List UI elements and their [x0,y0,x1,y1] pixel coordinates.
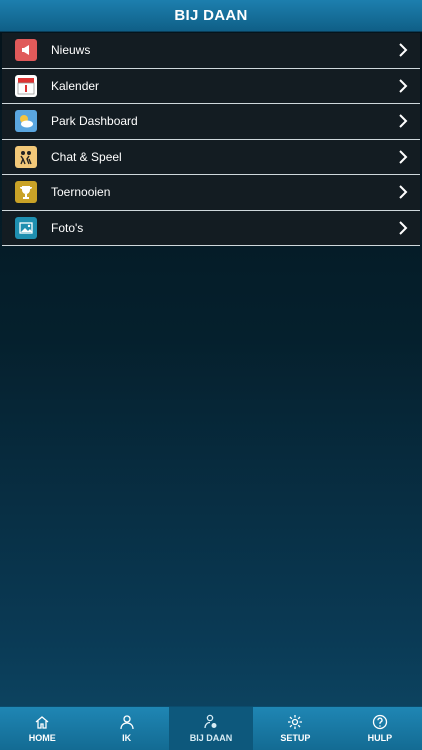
app-header: BIJ DAAN [0,0,422,32]
page-title: BIJ DAAN [174,7,248,24]
tab-setup[interactable]: SETUP [253,707,337,750]
chevron-right-icon [399,185,408,199]
megaphone-icon [15,39,37,62]
tab-ik[interactable]: IK [84,707,168,750]
menu-item-nieuws[interactable]: Nieuws [2,33,420,69]
menu-item-label: Chat & Speel [51,149,122,164]
menu-list: Nieuws Kalender Park Dashboard Chat & Sp… [2,33,420,246]
menu-item-label: Kalender [51,78,100,93]
chevron-right-icon [399,150,408,164]
menu-item-label: Foto's [51,220,84,235]
tab-label: SETUP [280,733,311,743]
tab-label: BIJ DAAN [189,733,233,743]
chevron-right-icon [399,79,408,93]
chevron-right-icon [399,114,408,128]
menu-item-park-dashboard[interactable]: Park Dashboard [2,104,420,140]
tab-label: HOME [28,733,56,743]
chevron-right-icon [399,43,408,57]
chat-play-icon [15,145,37,168]
menu-item-fotos[interactable]: Foto's [2,210,420,246]
chevron-right-icon [399,221,408,235]
menu-item-label: Toernooien [51,185,111,200]
tab-home[interactable]: HOME [0,707,84,750]
tab-label: IK [122,733,132,743]
help-icon [372,714,387,730]
gear-icon [288,715,303,729]
weather-icon [15,110,37,133]
bottom-tab-bar: HOME IK BIJ DAAN SETUP HULP [0,706,422,750]
menu-item-toernooien[interactable]: Toernooien [2,175,420,211]
tab-hulp[interactable]: HULP [338,707,422,750]
menu-item-label: Park Dashboard [51,114,138,129]
home-icon [35,716,49,729]
menu-item-chat-speel[interactable]: Chat & Speel [2,139,420,175]
tab-label: HULP [367,733,393,743]
menu-item-label: Nieuws [51,43,91,58]
tab-bij-daan[interactable]: BIJ DAAN [168,707,254,750]
person-pin-icon [204,714,217,729]
person-icon [119,715,134,730]
calendar-icon [15,74,37,97]
trophy-icon [15,181,37,204]
menu-item-kalender[interactable]: Kalender [2,68,420,104]
photo-icon [15,216,37,239]
